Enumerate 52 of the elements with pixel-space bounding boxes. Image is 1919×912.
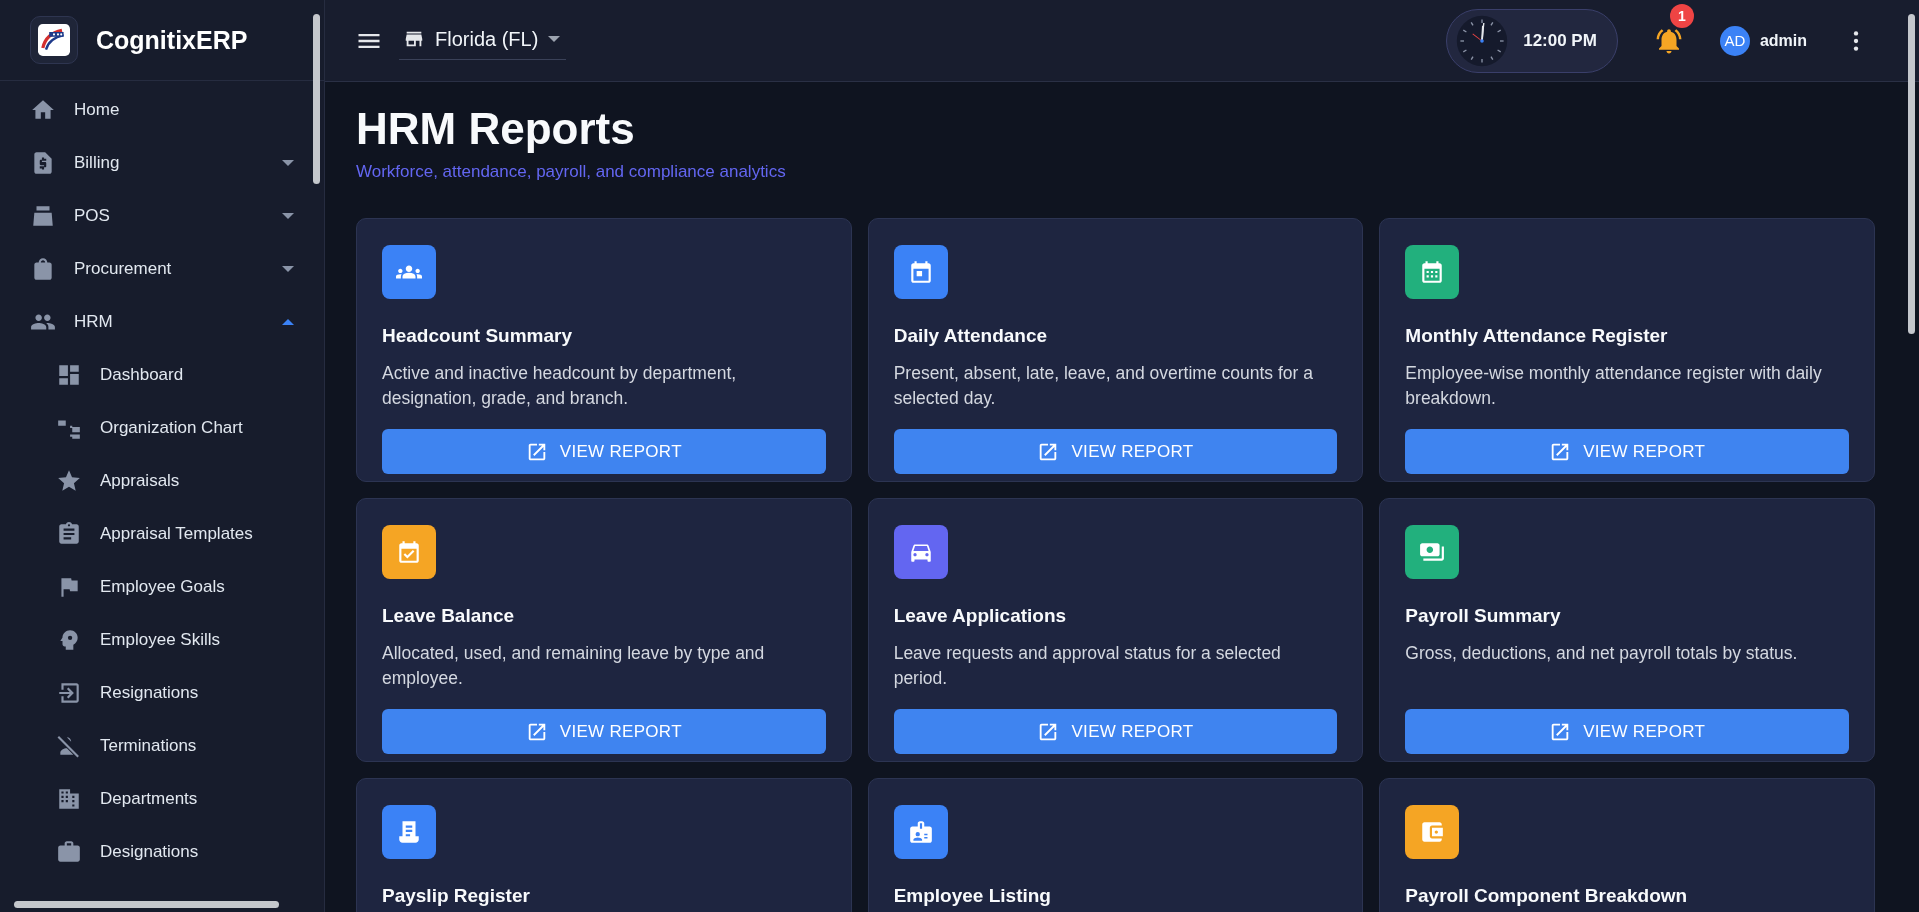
report-description: Leave requests and approval status for a selected period. [893, 642, 1282, 690]
view-report-button[interactable]: VIEW REPORT [382, 709, 826, 754]
sidebar-item[interactable]: Terminations [0, 719, 324, 772]
page-title: HRM Reports [356, 104, 636, 154]
clock-icon [1455, 13, 1510, 68]
report-description: Allocated, used, and remaining leave by type and employee. [382, 642, 766, 690]
view-report-button[interactable]: VIEW REPORT [893, 709, 1338, 754]
view-report-button[interactable]: VIEW REPORT [1405, 709, 1849, 754]
view-report-button[interactable]: VIEW REPORT [382, 429, 826, 474]
branch-select[interactable]: Florida (FL) [399, 21, 567, 60]
app-name: CognitixERP [96, 25, 248, 55]
sidebar-item[interactable]: Appraisals [0, 454, 324, 507]
sidebar-item[interactable]: HRM [0, 295, 324, 348]
clipboard-icon [56, 520, 82, 547]
report-title: Daily Attendance [893, 325, 1049, 347]
view-report-button[interactable]: VIEW REPORT [1405, 429, 1849, 474]
report-description: Employee-wise monthly attendance register with daily breakdown. [1405, 362, 1823, 410]
clock-time: 12:00 PM [1523, 30, 1597, 51]
report-description: Active and inactive headcount by department, designation, grade, and branch. [382, 362, 738, 410]
sidebar-item[interactable]: Departments [0, 772, 324, 825]
sidebar-item[interactable]: Employee Skills [0, 613, 324, 666]
briefcase-icon [56, 838, 82, 865]
avatar[interactable]: AD [1719, 25, 1750, 56]
report-title: Payroll Summary [1405, 605, 1562, 627]
sidebar-item[interactable]: POS [0, 189, 324, 242]
sidebar-item[interactable]: Dashboard [0, 348, 324, 401]
report-title: Monthly Attendance Register [1405, 325, 1669, 347]
sidebar-item[interactable]: Employee Goals [0, 560, 324, 613]
sidebar-item[interactable]: Resignations [0, 666, 324, 719]
sidebar-item[interactable]: Home [0, 83, 324, 136]
caret-icon [548, 36, 561, 42]
user-name[interactable]: admin [1759, 31, 1807, 50]
sidebar-item[interactable]: Designations [0, 825, 324, 878]
view-report-button[interactable]: VIEW REPORT [893, 429, 1338, 474]
notification-badge: 1 [1669, 3, 1694, 28]
report-title: Leave Balance [382, 605, 516, 627]
report-description: Present, absent, late, leave, and overtime counts for a selected day. [893, 362, 1314, 410]
report-title: Leave Applications [893, 605, 1068, 627]
sidebar-item[interactable]: Procurement [0, 242, 324, 295]
sidebar-item[interactable]: Billing [0, 136, 324, 189]
scrollbar[interactable] [14, 901, 279, 908]
report-description: Gross, deductions, and net payroll totals by status. [1405, 642, 1799, 665]
scrollbar[interactable] [1908, 14, 1915, 334]
report-title: Payslip Register [382, 885, 531, 907]
scrollbar[interactable] [313, 14, 320, 184]
report-title: Employee Listing [893, 885, 1052, 907]
report-title: Payroll Component Breakdown [1405, 885, 1689, 907]
logo-icon [30, 16, 78, 64]
sidebar-item[interactable]: Appraisal Templates [0, 507, 324, 560]
page-subtitle: Workforce, attendance, payroll, and compliance analytics [356, 162, 787, 182]
report-title: Headcount Summary [382, 325, 574, 347]
sidebar-item[interactable]: Organization Chart [0, 401, 324, 454]
